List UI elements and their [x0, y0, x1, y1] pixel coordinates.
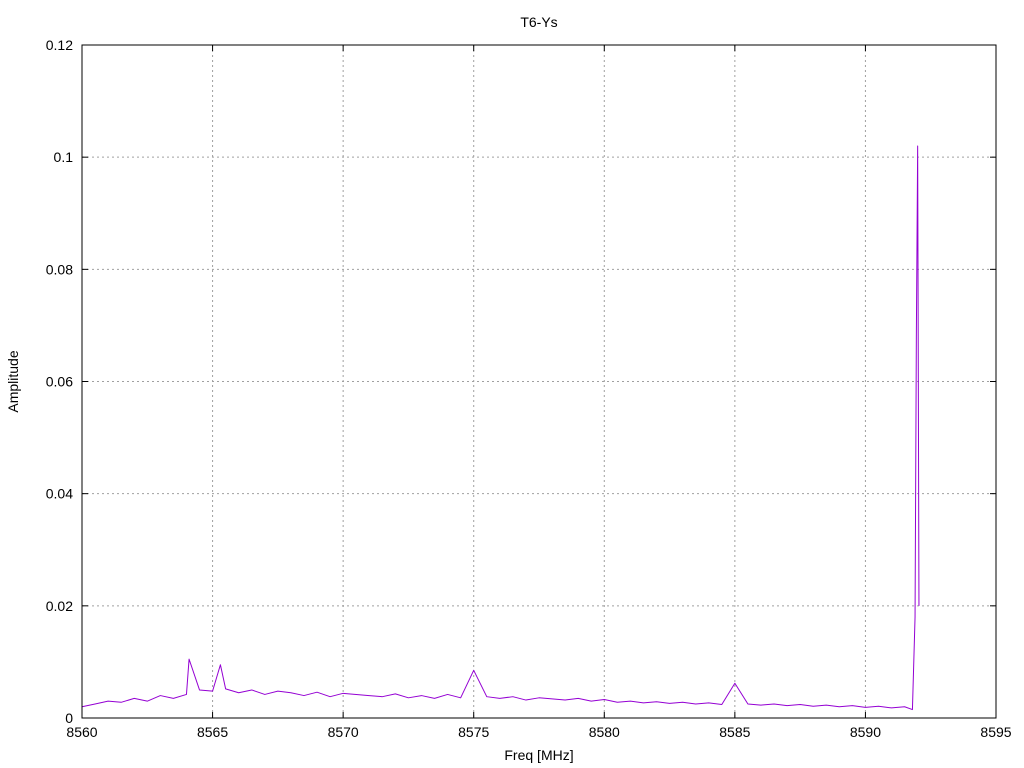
x-tick-label: 8575: [458, 724, 489, 740]
x-tick-label: 8590: [850, 724, 881, 740]
y-tick-label: 0.06: [46, 374, 73, 390]
chart: 8560 8565 8570 8575 8580 8585 8590 8595 0 0.02 0.0…: [0, 0, 1024, 768]
x-tick-label: 8560: [66, 724, 97, 740]
x-tick-label: 8570: [328, 724, 359, 740]
y-tick-label: 0.08: [46, 261, 73, 277]
x-tick-label: 8585: [719, 724, 750, 740]
x-tick-label: 8580: [589, 724, 620, 740]
chart-title: T6-Ys: [520, 14, 557, 30]
y-tick-label: 0: [65, 710, 73, 726]
chart-background: [0, 0, 1024, 768]
y-tick-label: 0.12: [46, 37, 73, 53]
y-tick-label: 0.02: [46, 598, 73, 614]
x-tick-label: 8565: [197, 724, 228, 740]
y-axis-title: Amplitude: [5, 350, 21, 412]
y-tick-label: 0.04: [46, 486, 73, 502]
y-tick-label: 0.1: [54, 149, 74, 165]
x-axis-title: Freq [MHz]: [504, 747, 573, 763]
x-tick-label: 8595: [980, 724, 1011, 740]
